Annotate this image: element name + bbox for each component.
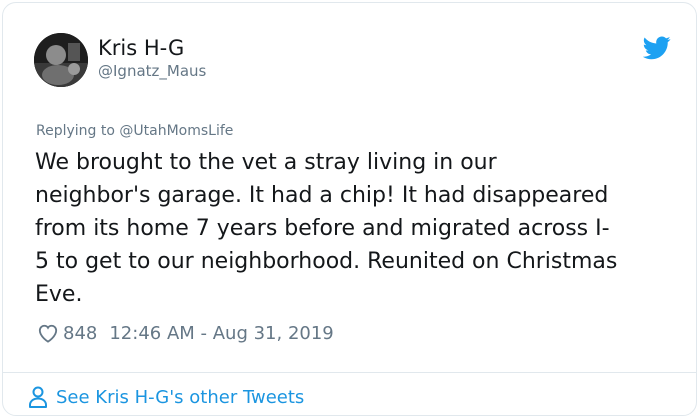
author-handle[interactable]: @Ignatz_Maus bbox=[98, 62, 206, 80]
like-button[interactable]: 848 bbox=[37, 323, 109, 344]
avatar-photo bbox=[34, 33, 88, 87]
avatar[interactable] bbox=[34, 33, 88, 87]
person-outline-icon bbox=[29, 386, 47, 408]
heart-outline-icon bbox=[38, 324, 58, 343]
see-more-tweets-link[interactable]: See Kris H-G's other Tweets bbox=[28, 384, 304, 410]
see-more-label: See Kris H-G's other Tweets bbox=[56, 386, 305, 408]
tweet-meta: 848 12:46 AM - Aug 31, 2019 bbox=[37, 321, 334, 345]
twitter-bird-icon[interactable] bbox=[643, 36, 671, 60]
replying-to[interactable]: Replying to @UtahMomsLife bbox=[36, 122, 233, 140]
like-count: 848 bbox=[63, 322, 98, 344]
tweet-card: Kris H-G @Ignatz_Maus Replying to @UtahM… bbox=[2, 2, 697, 416]
tweet-text: We brought to the vet a stray living in … bbox=[35, 150, 618, 307]
tweet-timestamp[interactable]: 12:46 AM - Aug 31, 2019 bbox=[109, 323, 333, 344]
author-display-name[interactable]: Kris H-G bbox=[98, 35, 184, 61]
divider bbox=[3, 372, 696, 373]
